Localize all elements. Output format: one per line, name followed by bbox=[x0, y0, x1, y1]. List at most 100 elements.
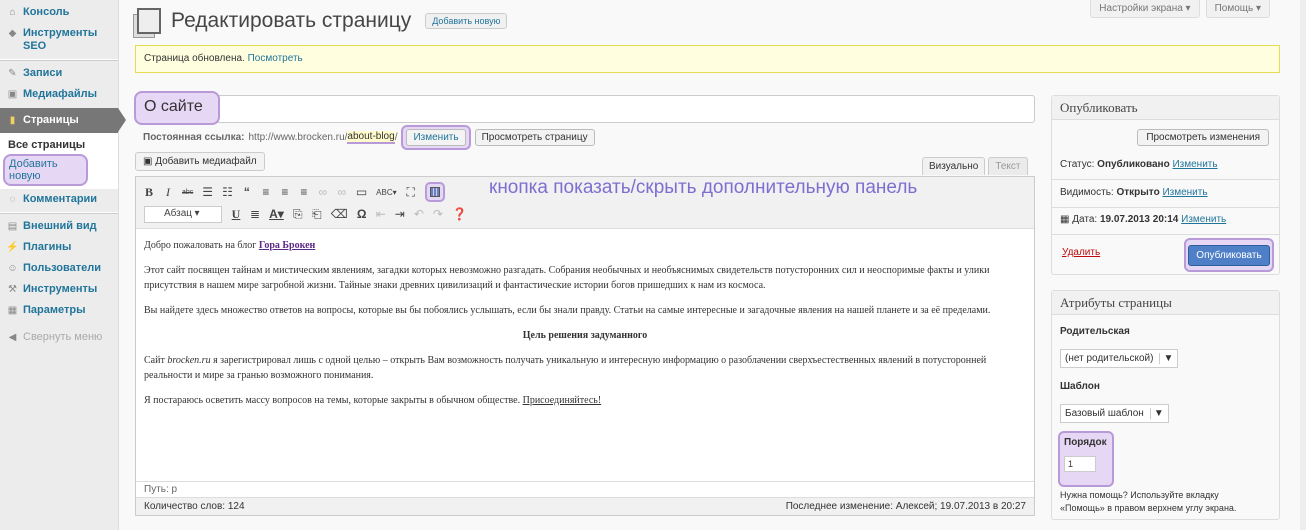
align-left-icon[interactable]: ≡ bbox=[261, 185, 271, 199]
pin-icon: ✎ bbox=[8, 68, 17, 79]
link-icon[interactable]: ∞ bbox=[318, 185, 328, 199]
collapse-menu-button[interactable]: ◀ Свернуть меню bbox=[0, 327, 118, 348]
sidebar-item-seo[interactable]: ◆ Инструменты SEO bbox=[0, 23, 118, 57]
media-icon: ▣ bbox=[143, 156, 156, 167]
paragraph: Добро пожаловать на блог Гора Брокен bbox=[144, 240, 316, 251]
scrollbar[interactable] bbox=[1300, 0, 1306, 530]
order-highlight: Порядок 1 bbox=[1058, 431, 1114, 487]
text-color-icon[interactable]: A▾ bbox=[269, 207, 284, 221]
permalink-end: / bbox=[394, 132, 398, 143]
pages-icon: ▮ bbox=[9, 115, 16, 126]
view-page-button[interactable]: Просмотреть страницу bbox=[474, 129, 595, 146]
justify-icon[interactable]: ≣ bbox=[250, 207, 260, 221]
dropdown-arrow-icon: ▾ bbox=[194, 207, 200, 219]
sidebar-item-comments[interactable]: ◌ Комментарии bbox=[0, 189, 118, 210]
paste-text-icon[interactable]: ⎘ bbox=[293, 207, 303, 222]
blockquote-icon[interactable]: “ bbox=[242, 185, 252, 199]
sidebar-item-pages[interactable]: ▮ Страницы bbox=[0, 108, 126, 133]
sidebar-item-plugins[interactable]: ⚡ Плагины bbox=[0, 237, 118, 258]
comment-icon: ◌ bbox=[9, 194, 16, 205]
edit-status-link[interactable]: Изменить bbox=[1172, 159, 1217, 170]
sidebar-divider bbox=[0, 59, 118, 61]
submenu-add-new[interactable]: Добавить новую bbox=[3, 154, 88, 186]
sidebar-item-appearance[interactable]: ▤ Внешний вид bbox=[0, 216, 118, 237]
paragraph: Я постараюсь осветить массу вопросов на … bbox=[144, 395, 602, 406]
kitchen-sink-toggle-icon[interactable] bbox=[424, 182, 445, 202]
italic-icon[interactable]: I bbox=[163, 185, 173, 200]
attributes-panel-title: Атрибуты страницы bbox=[1052, 291, 1279, 315]
parent-select[interactable]: (нет родительской) ▼ bbox=[1060, 349, 1179, 368]
fullscreen-icon[interactable]: ⛶ bbox=[406, 185, 416, 200]
last-edit: Последнее изменение: Алексей; 19.07.2013… bbox=[785, 501, 1026, 512]
underline-icon[interactable]: U bbox=[231, 207, 241, 222]
word-count: Количество слов: 124 bbox=[144, 501, 245, 512]
parent-label: Родительская bbox=[1060, 326, 1130, 337]
page-attributes-panel: Атрибуты страницы Родительская (нет роди… bbox=[1051, 290, 1280, 520]
sidebar-item-posts[interactable]: ✎ Записи bbox=[0, 63, 118, 84]
update-notice: Страница обновлена. Посмотреть bbox=[135, 45, 1280, 73]
preview-changes-button[interactable]: Просмотреть изменения bbox=[1137, 129, 1269, 146]
notice-view-link[interactable]: Посмотреть bbox=[248, 53, 303, 64]
clear-format-icon[interactable]: ⌫ bbox=[331, 207, 348, 221]
outdent-icon[interactable]: ⇤ bbox=[376, 207, 386, 221]
numbered-list-icon[interactable]: ☷ bbox=[222, 185, 233, 199]
edit-visibility-link[interactable]: Изменить bbox=[1162, 187, 1207, 198]
delete-link[interactable]: Удалить bbox=[1062, 247, 1100, 258]
post-title-value[interactable]: О сайте bbox=[134, 91, 220, 125]
template-select[interactable]: Базовый шаблон ▼ bbox=[1060, 404, 1169, 423]
blog-link[interactable]: Гора Брокен bbox=[259, 240, 315, 251]
editor-content[interactable]: Добро пожаловать на блог Гора Брокен Это… bbox=[136, 229, 1034, 427]
collapse-icon: ◀ bbox=[8, 332, 17, 343]
shield-icon: ◆ bbox=[8, 28, 17, 39]
join-link[interactable]: Присоединяйтесь! bbox=[523, 395, 602, 406]
order-input[interactable]: 1 bbox=[1064, 456, 1096, 472]
divider bbox=[1052, 207, 1279, 208]
paste-word-icon[interactable]: ⎗ bbox=[312, 207, 322, 222]
bullet-list-icon[interactable]: ☰ bbox=[202, 185, 213, 199]
dropdown-arrow-icon: ▼ bbox=[1149, 408, 1164, 419]
dropdown-arrow-icon: ▼ bbox=[1159, 353, 1173, 364]
indent-icon[interactable]: ⇥ bbox=[395, 207, 405, 221]
special-char-icon[interactable]: Ω bbox=[357, 207, 367, 221]
editor-toolbar: B I abc ☰ ☷ “ ≡ ≡ ≡ ∞ ∞ ▭ ABC▾ ⛶ Абзац ▾ … bbox=[136, 177, 1034, 229]
help-icon[interactable]: ❓ bbox=[452, 207, 467, 221]
tab-visual[interactable]: Визуально bbox=[922, 157, 986, 175]
date-row: ▦ Дата: 19.07.2013 20:14 Изменить bbox=[1060, 214, 1227, 225]
permalink-edit-button[interactable]: Изменить bbox=[406, 129, 466, 146]
spellcheck-icon[interactable]: ABC▾ bbox=[376, 188, 396, 197]
screen-options-button[interactable]: Настройки экрана ▾ bbox=[1090, 0, 1200, 18]
add-new-button[interactable]: Добавить новую bbox=[425, 13, 508, 29]
align-right-icon[interactable]: ≡ bbox=[299, 185, 309, 199]
paragraph: Вы найдете здесь множество ответов на во… bbox=[144, 305, 991, 316]
sidebar-divider bbox=[0, 212, 118, 214]
toolbar-row-2: Абзац ▾ U ≣ A▾ ⎘ ⎗ ⌫ Ω ⇤ ⇥ ↶ ↷ ❓ bbox=[144, 203, 1026, 225]
tools-icon: ⚒ bbox=[8, 284, 17, 295]
editor-tabs: Визуально Текст bbox=[922, 157, 1028, 175]
strikethrough-icon[interactable]: abc bbox=[182, 189, 193, 196]
paragraph: Этот сайт посвящен тайнам и мистическим … bbox=[144, 265, 990, 291]
order-label: Порядок bbox=[1064, 437, 1107, 448]
unlink-icon[interactable]: ∞ bbox=[337, 185, 347, 199]
sidebar-item-users[interactable]: ☺ Пользователи bbox=[0, 258, 118, 279]
add-media-button[interactable]: ▣ Добавить медиафайл bbox=[135, 152, 265, 171]
more-tag-icon[interactable]: ▭ bbox=[356, 185, 367, 199]
tab-text[interactable]: Текст bbox=[988, 157, 1028, 175]
undo-icon[interactable]: ↶ bbox=[414, 207, 424, 221]
help-button[interactable]: Помощь ▾ bbox=[1205, 0, 1270, 18]
sidebar-item-console[interactable]: ⌂ Консоль bbox=[0, 2, 118, 23]
media-icon: ▣ bbox=[7, 89, 18, 100]
post-title-field[interactable]: О сайте bbox=[134, 91, 1035, 125]
publish-button[interactable]: Опубликовать bbox=[1188, 244, 1270, 266]
page-title: Редактировать страницу bbox=[171, 9, 412, 32]
bold-icon[interactable]: B bbox=[144, 185, 154, 200]
permalink-slug[interactable]: about-blog bbox=[347, 131, 395, 144]
align-center-icon[interactable]: ≡ bbox=[280, 185, 290, 199]
sidebar-item-settings[interactable]: ▦ Параметры bbox=[0, 300, 118, 321]
edit-date-link[interactable]: Изменить bbox=[1181, 214, 1226, 225]
format-select[interactable]: Абзац ▾ bbox=[144, 205, 222, 223]
sidebar-item-media[interactable]: ▣ Медиафайлы bbox=[0, 84, 118, 105]
sidebar-item-tools[interactable]: ⚒ Инструменты bbox=[0, 279, 118, 300]
redo-icon[interactable]: ↷ bbox=[433, 207, 443, 221]
publish-panel-title: Опубликовать bbox=[1052, 96, 1279, 120]
submenu-all-pages[interactable]: Все страницы bbox=[0, 136, 118, 154]
